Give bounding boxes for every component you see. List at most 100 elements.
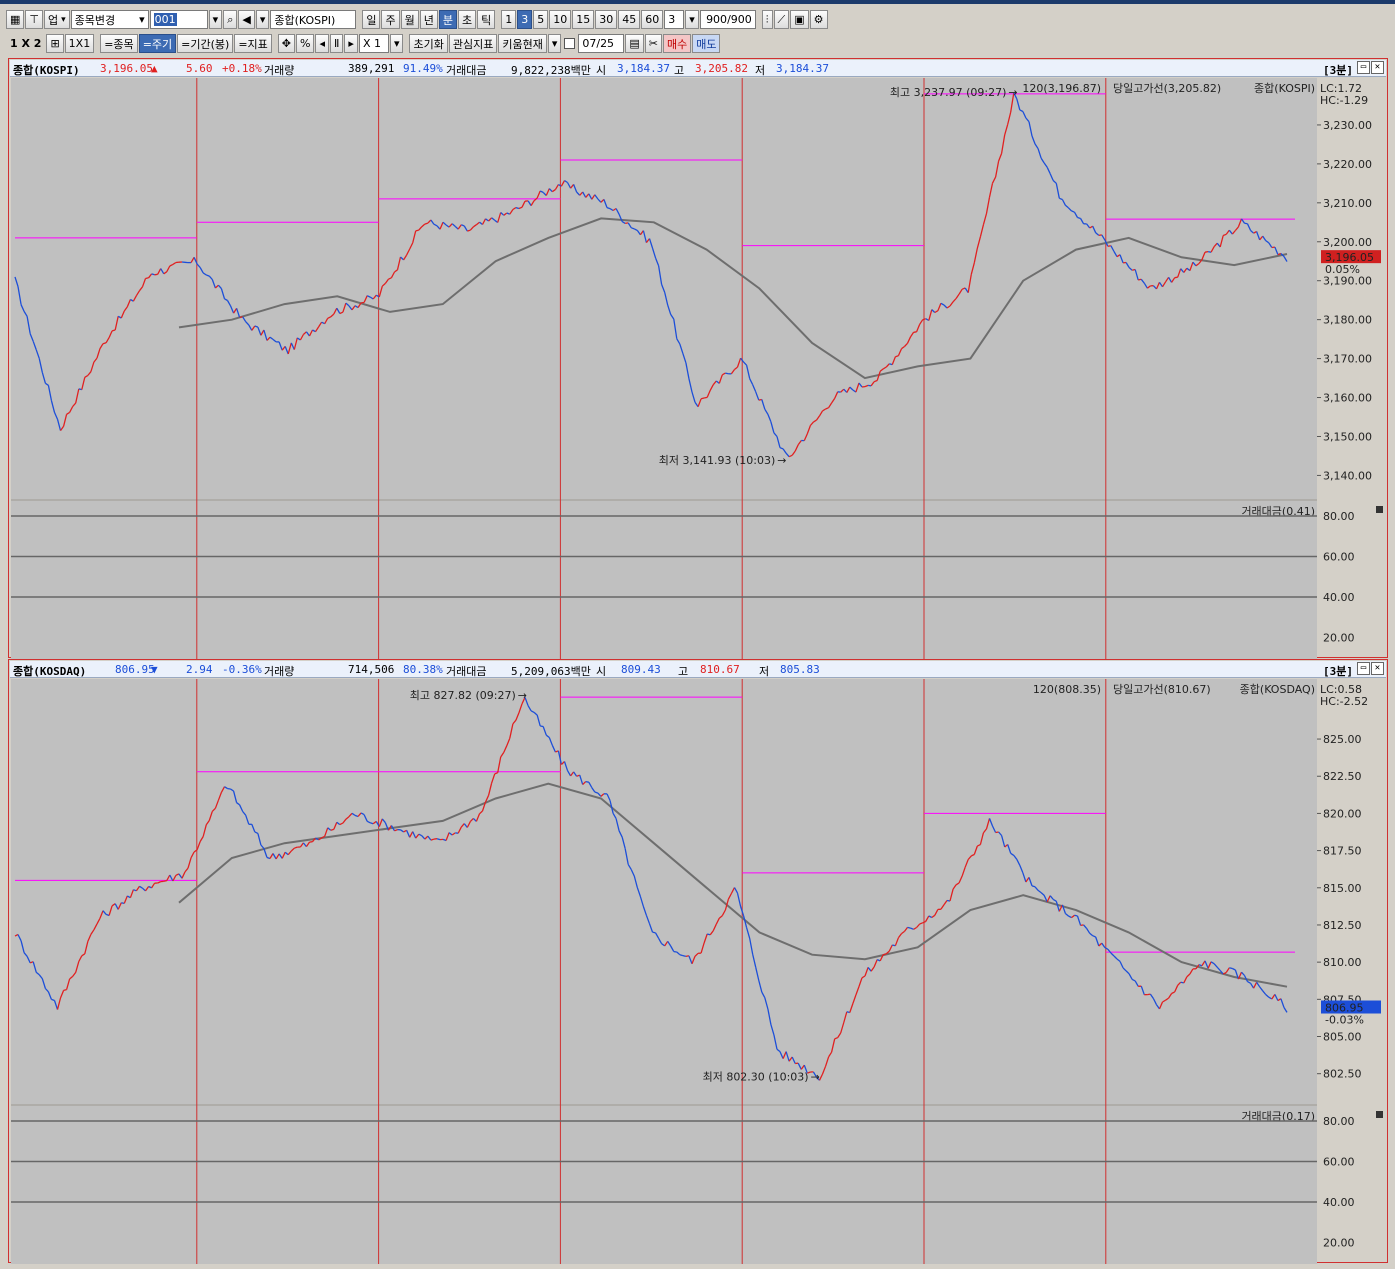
kosdaq-chart-panel: 종합(KOSDAQ) 806.95 ▼ 2.94 -0.36% 거래량 714,… xyxy=(8,659,1388,1264)
period-tab-2[interactable]: 월 xyxy=(400,10,419,29)
watch-indicator-button[interactable]: 관심지표 xyxy=(448,34,498,53)
restore-icon[interactable]: ▭ xyxy=(1357,662,1370,675)
pause-icon[interactable]: Ⅱ xyxy=(330,34,344,53)
timeframe-badge[interactable]: [3분] xyxy=(1323,663,1353,679)
volume-tick-label: 40.00 xyxy=(1323,591,1355,604)
code-dropdown-icon[interactable]: ▾ xyxy=(208,10,223,29)
kiwoom-dropdown-icon[interactable]: ▾ xyxy=(547,34,562,53)
price-segment xyxy=(585,780,589,783)
price-segment xyxy=(703,396,708,399)
save-icon[interactable]: ▣ xyxy=(790,10,809,29)
open: 3,184.37 xyxy=(617,62,670,75)
restore-icon[interactable]: ▭ xyxy=(1357,61,1370,74)
crosshair-icon[interactable]: ✥ xyxy=(277,34,296,53)
window-title-strip xyxy=(0,0,1395,4)
search-icon[interactable]: ⌕ xyxy=(223,10,238,29)
bar-count-value: 900 xyxy=(706,13,728,26)
chart-option-tab-2[interactable]: =기간(봉) xyxy=(177,34,234,53)
price: 3,196.05 xyxy=(100,62,153,75)
volume-tick-label: 20.00 xyxy=(1323,1237,1355,1250)
high-line-legend: 당일고가선(3,205.82) xyxy=(1113,81,1221,95)
calendar-icon[interactable]: ▤ xyxy=(625,34,644,53)
toolbar-secondary: 1 X 2 ⊞ 1X1 =종목 =주기 =기간(봉) =지표 ✥ % ◂ Ⅱ ▸ X … xyxy=(6,32,1390,55)
date-checkbox[interactable] xyxy=(564,38,576,49)
stock-change-select[interactable]: 종목변경 ▾ xyxy=(70,10,149,29)
period-tab-4[interactable]: 분 xyxy=(438,10,457,29)
prev-icon[interactable]: ◂ xyxy=(315,34,329,53)
stock-name: 종합(KOSDAQ) xyxy=(13,665,87,678)
interval-tab-4[interactable]: 15 xyxy=(572,10,595,29)
kiwoom-now-button[interactable]: 키움현재 xyxy=(498,34,547,53)
interval-tab-7[interactable]: 60 xyxy=(641,10,664,29)
period-tab-0[interactable]: 일 xyxy=(362,10,381,29)
gear-icon[interactable]: ⚙ xyxy=(809,10,828,29)
price-segment xyxy=(540,725,544,728)
chart-option-tab-3[interactable]: =지표 xyxy=(234,34,272,53)
low-label: 저 xyxy=(759,665,770,678)
period-tab-6[interactable]: 틱 xyxy=(477,10,496,29)
line-tool-icon[interactable]: ⟋ xyxy=(773,10,790,29)
volume-tick-label: 80.00 xyxy=(1323,510,1355,523)
stock-name: 종합(KOSPI) xyxy=(13,64,80,77)
chart-option-tab-1[interactable]: =주기 xyxy=(138,34,177,53)
interval-input[interactable]: 3 xyxy=(664,10,685,29)
layout-icon[interactable]: ▦ xyxy=(6,10,25,29)
pin-icon[interactable]: ⊤ xyxy=(25,10,43,29)
high: 3,205.82 xyxy=(695,62,748,75)
close-icon[interactable]: ✕ xyxy=(1371,662,1384,675)
max-label: 최고 3,237.97 (09:27) xyxy=(890,86,1007,99)
volume-tick-label: 60.00 xyxy=(1323,1156,1355,1169)
interval-tabs: 1 3 5 10 15 30 45 60 xyxy=(501,10,664,29)
price-segment xyxy=(415,229,419,232)
interval-tab-1[interactable]: 3 xyxy=(517,10,533,29)
kospi-chart[interactable]: 3,230.00 3,220.00 3,210.00 3,200.00 3,190.00… xyxy=(9,78,1387,659)
price-tick-label: 3,190.00 xyxy=(1323,275,1372,288)
interval-tab-6[interactable]: 45 xyxy=(618,10,641,29)
kosdaq-chart[interactable]: 825.00 822.50 820.00 817.50 815.00 812.50 810.… xyxy=(9,679,1387,1264)
market-select[interactable]: 업 xyxy=(44,10,70,29)
amount: 9,822,238백만 xyxy=(511,64,591,77)
close-icon[interactable]: ✕ xyxy=(1371,61,1384,74)
percent-button[interactable]: % xyxy=(296,34,315,53)
chart-option-tab-0[interactable]: =종목 xyxy=(100,34,138,53)
high: 810.67 xyxy=(700,663,740,676)
open-label: 시 xyxy=(596,64,607,77)
code-input[interactable]: 001 xyxy=(149,10,208,29)
hc-label: HC:-1.29 xyxy=(1320,94,1368,107)
stock-change-label: 종목변경 xyxy=(74,13,116,27)
stock-name-field[interactable]: 종합(KOSPI) xyxy=(270,10,357,29)
period-tab-3[interactable]: 년 xyxy=(419,10,438,29)
sell-button[interactable]: 매도 xyxy=(692,34,721,53)
interval-dropdown-icon[interactable]: ▾ xyxy=(685,10,699,29)
grid-button[interactable]: 1X1 xyxy=(64,34,95,53)
price-tick-label: 817.50 xyxy=(1323,845,1362,858)
timeframe-badge[interactable]: [3분] xyxy=(1323,62,1353,78)
kospi-chart-panel: 종합(KOSPI) 3,196.05 ▲ 5.60 +0.18% 거래량 389… xyxy=(8,58,1388,659)
bar-count-input[interactable]: 900/900 xyxy=(699,10,756,29)
price-segment xyxy=(436,838,441,841)
layout-label[interactable]: 1 X 2 xyxy=(6,37,45,50)
volume-label: 거래량 xyxy=(264,665,295,678)
interval-tab-3[interactable]: 10 xyxy=(549,10,572,29)
multiplier-dropdown-icon[interactable]: ▾ xyxy=(389,34,404,53)
date-input[interactable]: 07/25 xyxy=(578,34,625,53)
period-tab-5[interactable]: 초 xyxy=(457,10,477,29)
candle-type-icon[interactable]: ⫶ xyxy=(761,10,773,29)
grid-icon[interactable]: ⊞ xyxy=(46,34,64,53)
speaker-icon[interactable]: ◀ xyxy=(238,10,255,29)
price-tick-label: 805.00 xyxy=(1323,1031,1362,1044)
reset-button[interactable]: 초기화 xyxy=(409,34,448,53)
price-segment xyxy=(895,355,899,358)
interval-tab-0[interactable]: 1 xyxy=(501,10,517,29)
interval-tab-2[interactable]: 5 xyxy=(533,10,549,29)
buy-button[interactable]: 매수 xyxy=(662,34,692,53)
next-icon[interactable]: ▸ xyxy=(344,34,358,53)
scissors-icon[interactable]: ✂ xyxy=(644,34,662,53)
speaker-dropdown-icon[interactable]: ▾ xyxy=(255,10,270,29)
multiplier-select[interactable]: X 1 xyxy=(358,34,389,53)
interval-tab-5[interactable]: 30 xyxy=(595,10,618,29)
period-tab-1[interactable]: 주 xyxy=(381,10,400,29)
down-arrow-icon: ▼ xyxy=(151,663,158,676)
price-segment xyxy=(700,397,705,400)
price-tick-label: 3,140.00 xyxy=(1323,469,1372,482)
